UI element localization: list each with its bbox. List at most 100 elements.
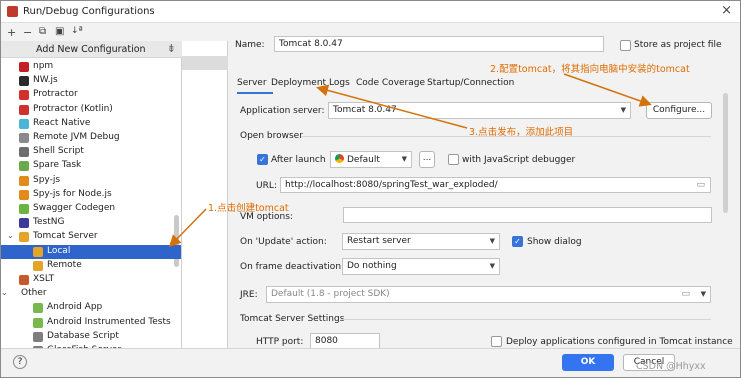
folder-icon[interactable]: ▭ — [696, 180, 705, 190]
settings-scrollbar[interactable] — [723, 93, 728, 213]
pin-icon[interactable]: ⇟ — [167, 42, 176, 55]
tree-item-protractor-kotlin[interactable]: Protractor (Kotlin) — [1, 103, 181, 117]
tree-item-label: Shell Script — [33, 146, 84, 157]
js-debugger-checkbox[interactable] — [448, 154, 459, 165]
config-type-icon — [19, 189, 29, 200]
help-button[interactable]: ? — [13, 355, 27, 369]
close-icon[interactable]: × — [721, 3, 732, 18]
expand-chevron-icon[interactable]: ⌄ — [1, 288, 8, 297]
url-value: http://localhost:8080/springTest_war_exp… — [285, 180, 498, 190]
ok-button[interactable]: OK — [562, 354, 614, 371]
tree-item-shell-script[interactable]: Shell Script — [1, 145, 181, 159]
tree-item-label: Local — [47, 245, 71, 256]
tree-item-nw-js[interactable]: NW.js — [1, 74, 181, 88]
config-type-icon — [33, 246, 43, 257]
watermark: CSDN @Hhyxx — [636, 361, 706, 372]
jre-select[interactable]: Default (1.8 - project SDK) ▭ ▼ — [266, 286, 711, 303]
tree-item-label: TestNG — [33, 217, 65, 228]
show-dialog-checkbox[interactable]: ✓ — [512, 236, 523, 247]
tree-item-label: Other — [21, 288, 47, 299]
tree-item-remote[interactable]: Remote — [1, 259, 181, 273]
chevron-down-icon: ▼ — [401, 155, 407, 163]
browser-select[interactable]: Default ▼ — [330, 151, 412, 168]
add-new-configuration-label: Add New Configuration — [36, 44, 146, 55]
on-update-label: On 'Update' action: — [240, 237, 327, 247]
tree-item-label: Protractor (Kotlin) — [33, 103, 113, 114]
copy-icon[interactable]: ⧉ — [39, 26, 46, 37]
add-icon[interactable]: + — [7, 26, 16, 39]
config-type-icon — [19, 76, 29, 87]
tree-item-xslt[interactable]: XSLT — [1, 273, 181, 287]
on-frame-deactivation-value: Do nothing — [347, 261, 397, 271]
chevron-down-icon: ▼ — [620, 106, 626, 114]
tree-item-remote-jvm-debug[interactable]: Remote JVM Debug — [1, 131, 181, 145]
arrow-to-configure — [563, 73, 652, 107]
application-server-select[interactable]: Tomcat 8.0.47 ▼ — [328, 102, 631, 119]
tree-item-local[interactable]: Local — [1, 244, 181, 259]
tab-deployment[interactable]: Deployment — [271, 78, 326, 88]
tab-startup-connection[interactable]: Startup/Connection — [427, 78, 514, 88]
on-frame-deactivation-label: On frame deactivation: — [240, 262, 345, 272]
expand-chevron-icon[interactable]: ⌄ — [7, 231, 14, 240]
tab-code-coverage[interactable]: Code Coverage — [356, 78, 425, 88]
window-title: Run/Debug Configurations — [23, 6, 155, 17]
run-debug-configurations-dialog: Run/Debug Configurations × + − ⧉ ▣ ↓ª Ad… — [0, 0, 741, 378]
tree-item-swagger-codegen[interactable]: Swagger Codegen — [1, 202, 181, 216]
url-field[interactable]: http://localhost:8080/springTest_war_exp… — [280, 177, 711, 193]
tree-item-android-app[interactable]: Android App — [1, 301, 181, 315]
sort-icon[interactable]: ↓ª — [71, 26, 83, 36]
browser-value: Default — [347, 155, 380, 165]
on-update-value: Restart server — [347, 236, 411, 246]
config-type-icon — [33, 331, 43, 342]
http-port-field[interactable]: 8080 — [310, 333, 380, 349]
config-toolbar: + − ⧉ ▣ ↓ª — [1, 24, 182, 41]
tree-item-spy-js[interactable]: Spy-js — [1, 174, 181, 188]
config-type-icon — [19, 104, 29, 115]
tree-item-label: Spy-js — [33, 174, 61, 185]
tree-item-label: XSLT — [33, 274, 55, 284]
tree-item-label: Database Script — [47, 330, 119, 341]
chevron-down-icon: ▼ — [489, 262, 495, 270]
tree-item-tomcat-server[interactable]: ⌄ Tomcat Server — [1, 230, 181, 244]
deploy-apps-checkbox[interactable] — [491, 336, 502, 347]
config-type-icon — [19, 147, 29, 158]
name-field[interactable]: Tomcat 8.0.47 — [274, 36, 604, 52]
configure-button[interactable]: Configure... — [646, 102, 712, 119]
tree-item-label: Remote — [47, 259, 82, 270]
config-type-icon — [19, 275, 29, 285]
on-update-select[interactable]: Restart server ▼ — [342, 233, 500, 250]
tree-item-other[interactable]: ⌄ Other — [1, 287, 181, 301]
folder-icon[interactable]: ▭ — [681, 289, 690, 299]
chevron-down-icon: ▼ — [700, 290, 706, 298]
add-new-configuration-header: Add New Configuration ⇟ — [1, 41, 182, 58]
tree-item-database-script[interactable]: Database Script — [1, 330, 181, 344]
tree-item-protractor[interactable]: Protractor — [1, 88, 181, 102]
selected-configuration-row[interactable] — [182, 56, 228, 70]
config-type-icon — [33, 303, 43, 314]
tree-item-label: NW.js — [33, 75, 58, 86]
tab-logs[interactable]: Logs — [329, 78, 350, 88]
tree-item-react-native[interactable]: React Native — [1, 117, 181, 131]
tree-item-spare-task[interactable]: Spare Task — [1, 159, 181, 173]
tree-item-testng[interactable]: TestNG — [1, 216, 181, 230]
after-launch-checkbox[interactable]: ✓ — [257, 154, 268, 165]
tree-item-label: Remote JVM Debug — [33, 132, 120, 142]
config-type-icon — [19, 62, 29, 72]
tree-item-spy-js-for-node-js[interactable]: Spy-js for Node.js — [1, 188, 181, 202]
tree-item-android-instrumented-tests[interactable]: Android Instrumented Tests — [1, 316, 181, 330]
on-frame-deactivation-select[interactable]: Do nothing ▼ — [342, 258, 500, 275]
folder-icon[interactable]: ▣ — [55, 26, 64, 37]
vm-options-field[interactable] — [343, 207, 712, 223]
configuration-list — [182, 41, 228, 348]
tree-item-npm[interactable]: npm — [1, 60, 181, 74]
tab-server[interactable]: Server — [237, 78, 267, 88]
remove-icon[interactable]: − — [23, 26, 32, 39]
tomcat-settings-section: Tomcat Server Settings — [240, 314, 345, 324]
configuration-tree: npm NW.js Protractor Protractor (Kotlin) Rea… — [1, 58, 182, 348]
store-as-project-checkbox[interactable] — [620, 40, 631, 51]
browser-options-button[interactable]: ... — [419, 151, 435, 168]
store-as-project-label: Store as project file — [634, 40, 722, 50]
config-type-icon — [33, 317, 43, 328]
annotation-configure-tomcat: 2.配置tomcat，将其指向电脑中安装的tomcat — [490, 64, 690, 75]
tree-item-label: Spy-js for Node.js — [33, 188, 112, 199]
